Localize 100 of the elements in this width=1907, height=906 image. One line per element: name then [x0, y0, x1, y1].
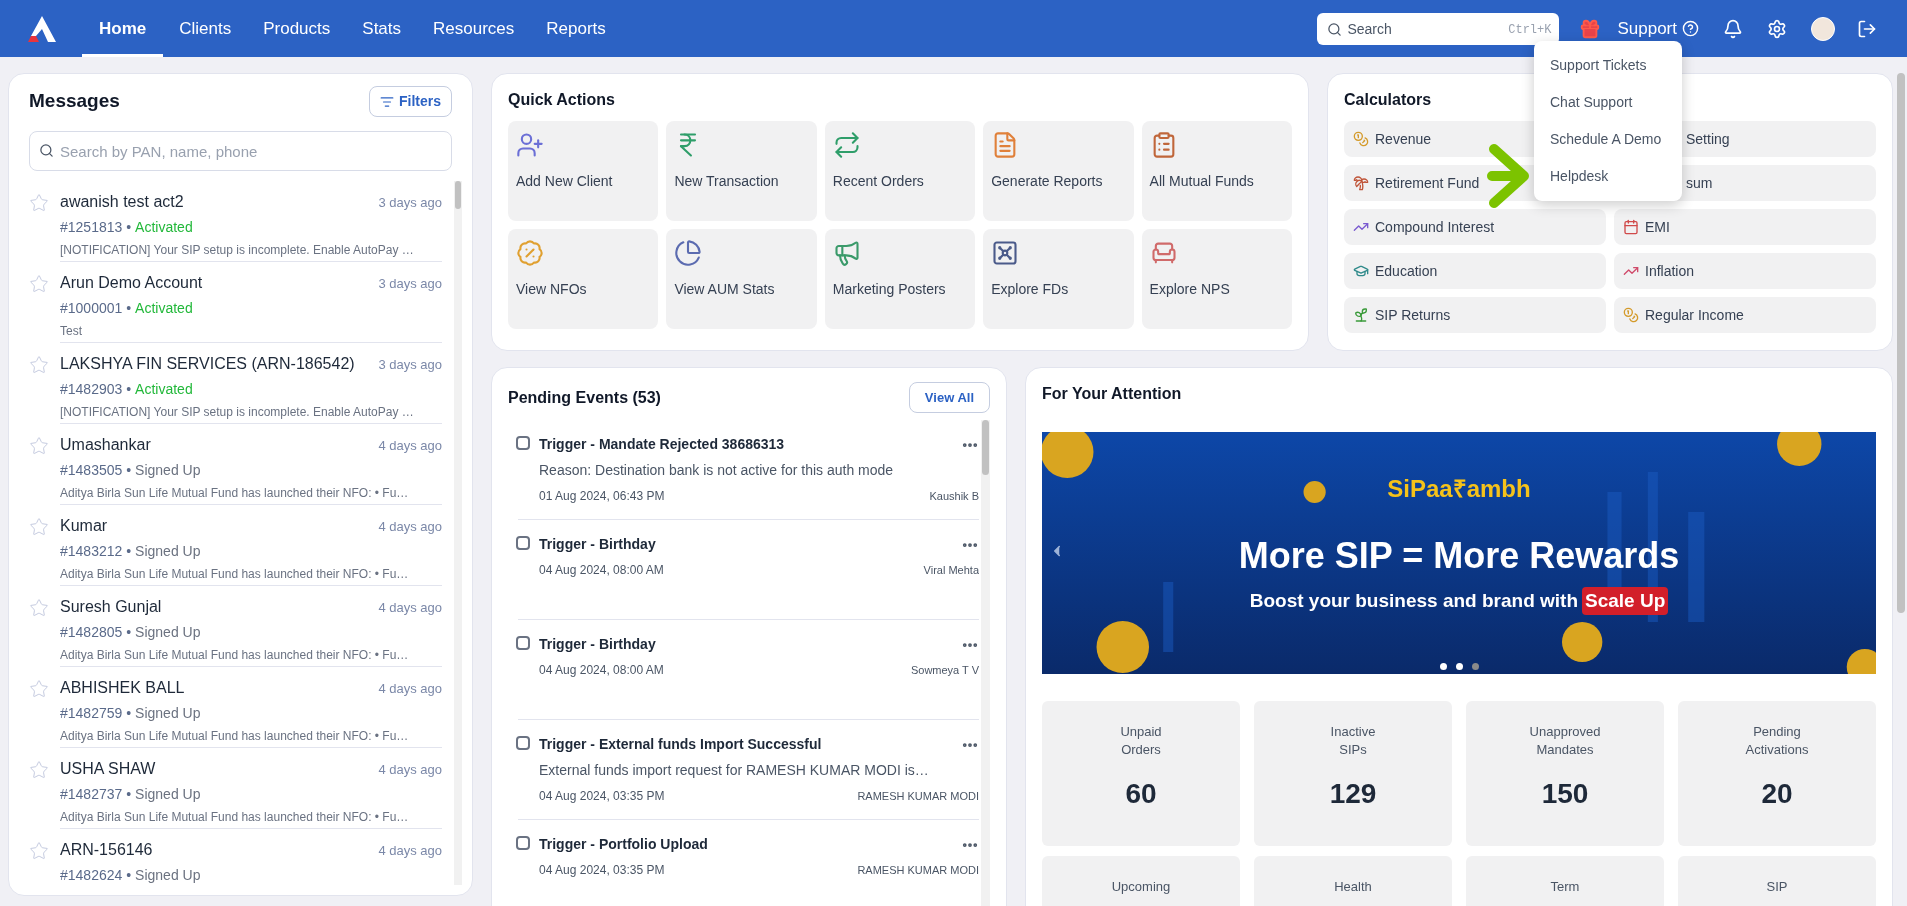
quick-action-tile[interactable]: Generate Reports [983, 121, 1134, 221]
stat-label: Term [1550, 878, 1580, 896]
star-icon[interactable] [29, 355, 49, 375]
checkbox[interactable] [516, 436, 530, 450]
contact-name[interactable]: Arun Demo Account [60, 271, 203, 295]
quick-action-tile[interactable]: View AUM Stats [666, 229, 817, 329]
stat-label: Health [1334, 878, 1372, 896]
contact-name[interactable]: USHA SHAW [60, 757, 156, 781]
calculator-button[interactable]: Regular Income [1614, 297, 1876, 333]
calculator-button[interactable]: EMI [1614, 209, 1876, 245]
calendar-icon [1623, 219, 1639, 235]
calculator-button[interactable]: Education [1344, 253, 1606, 289]
stat-card[interactable]: Term [1466, 856, 1664, 906]
event-person: Viral Mehta [923, 562, 979, 578]
contact-name[interactable]: ABHISHEK BALL [60, 676, 185, 700]
quick-action-tile[interactable]: Marketing Posters [824, 229, 976, 329]
stat-card[interactable]: Health [1254, 856, 1452, 906]
nav-tab[interactable]: Products [247, 0, 347, 57]
menu-item[interactable]: Chat Support [1534, 84, 1682, 121]
support-button[interactable]: Support [1617, 15, 1699, 42]
stat-card[interactable]: Unpaid Orders 60 [1042, 701, 1240, 846]
event-title: Trigger - External funds Import Successful [539, 735, 822, 754]
menu-item[interactable]: Support Tickets [1534, 47, 1682, 84]
client-status: Signed Up [135, 542, 201, 561]
message-preview: [NOTIFICATION] Your SIP setup is incomplete. Enable AutoPay … [60, 404, 415, 421]
star-icon[interactable] [29, 274, 49, 294]
stat-card[interactable]: Unapproved Mandates 150 [1466, 701, 1664, 846]
star-icon[interactable] [29, 517, 49, 537]
contact-name[interactable]: awanish test act2 [60, 190, 184, 214]
event-person: Kaushik B [929, 488, 979, 504]
quick-action-tile[interactable]: New Transaction [666, 121, 817, 221]
contact-name[interactable]: Suresh Gunjal [60, 595, 162, 619]
contact-name[interactable]: LAKSHYA FIN SERVICES (ARN-186542) [60, 352, 355, 376]
message-search-field[interactable]: Search by PAN, name, phone [29, 131, 452, 171]
message-preview: Aditya Birla Sun Life Mutual Fund has launched their NFO: • Fu… [60, 485, 410, 502]
client-id: #1482805 • [60, 623, 132, 642]
quick-action-tile[interactable]: Add New Client [508, 121, 659, 221]
contact-name[interactable]: Kumar [60, 514, 108, 538]
stat-card[interactable]: Pending Activations 20 [1678, 701, 1876, 846]
client-status: Activated [135, 299, 193, 318]
stat-card[interactable]: SIP [1678, 856, 1876, 906]
stat-label: SIP [1766, 878, 1788, 896]
filters-button[interactable]: Filters [369, 86, 452, 117]
checkbox[interactable] [516, 536, 530, 550]
event-time: 04 Aug 2024, 08:00 AM [539, 562, 664, 579]
banner-highlight: Scale Up [1582, 586, 1669, 616]
star-icon[interactable] [29, 679, 49, 699]
nav-tab[interactable]: Reports [530, 0, 622, 57]
quick-action-tile[interactable]: Recent Orders [824, 121, 976, 221]
calculator-button[interactable]: Compound Interest [1344, 209, 1606, 245]
nav-tab[interactable]: Stats [346, 0, 418, 57]
star-icon[interactable] [29, 436, 49, 456]
filter-icon [380, 94, 394, 109]
star-icon[interactable] [29, 841, 49, 861]
checkbox[interactable] [516, 836, 530, 850]
contact-name[interactable]: Umashankar [60, 433, 151, 457]
client-id: #1000001 • [60, 299, 132, 318]
event-time: 04 Aug 2024, 08:00 AM [539, 662, 664, 679]
contact-name[interactable]: ARN-156146 [60, 838, 153, 862]
notifications-icon[interactable] [1723, 18, 1743, 39]
star-icon[interactable] [29, 193, 49, 213]
quick-action-tile[interactable]: Explore NPS [1141, 229, 1292, 329]
stat-value: 150 [1541, 777, 1589, 811]
shortcut-hint: Ctrl+K [1508, 21, 1552, 39]
banner-headline: More SIP = More Rewards [1238, 533, 1680, 578]
client-status: Signed Up [135, 704, 201, 723]
message-preview: Aditya Birla Sun Life Mutual Fund has launched their NFO: • Fu… [60, 566, 410, 583]
star-icon[interactable] [29, 598, 49, 618]
message-preview: [NOTIFICATION] Your SIP setup is incomplete. Enable AutoPay … [60, 242, 415, 259]
checkbox[interactable] [516, 736, 530, 750]
message-preview: Aditya Birla Sun Life Mutual Fund has launched their NFO: • Fu… [60, 728, 410, 745]
plant-pot-icon [1353, 307, 1369, 323]
avatar[interactable] [1811, 16, 1835, 41]
stat-card[interactable]: Inactive SIPs 129 [1254, 701, 1452, 846]
settings-icon[interactable] [1767, 18, 1787, 39]
banner-tagline: Boost your business and brand with [1249, 588, 1578, 613]
view-all-button[interactable]: View All [908, 382, 990, 413]
nav-tab[interactable]: Resources [417, 0, 531, 57]
percent-badge-icon [516, 239, 544, 267]
page-scrollbar[interactable] [1897, 73, 1905, 613]
nav-tab[interactable]: Home [82, 0, 164, 57]
quick-action-tile[interactable]: View NFOs [508, 229, 659, 329]
banner-brand: SiPaa₹ambh [1387, 473, 1531, 504]
logout-icon[interactable] [1857, 18, 1877, 39]
stat-card[interactable]: Upcoming [1042, 856, 1240, 906]
message-time: 4 days ago [378, 518, 442, 536]
message-time: 3 days ago [378, 194, 442, 212]
checkbox[interactable] [516, 636, 530, 650]
calculator-button[interactable]: Inflation [1614, 253, 1876, 289]
calculator-button[interactable]: SIP Returns [1344, 297, 1606, 333]
quick-action-tile[interactable]: All Mutual Funds [1141, 121, 1292, 221]
scrollbar[interactable] [981, 420, 990, 906]
coins-icon [1353, 131, 1369, 147]
quick-action-tile[interactable]: Explore FDs [983, 229, 1134, 329]
client-id: #1483505 • [60, 461, 132, 480]
scrollbar[interactable] [454, 181, 462, 885]
star-icon[interactable] [29, 760, 49, 780]
event-title: Trigger - Birthday [539, 535, 656, 554]
event-time: 04 Aug 2024, 03:35 PM [539, 788, 665, 805]
nav-tab[interactable]: Clients [163, 0, 248, 57]
